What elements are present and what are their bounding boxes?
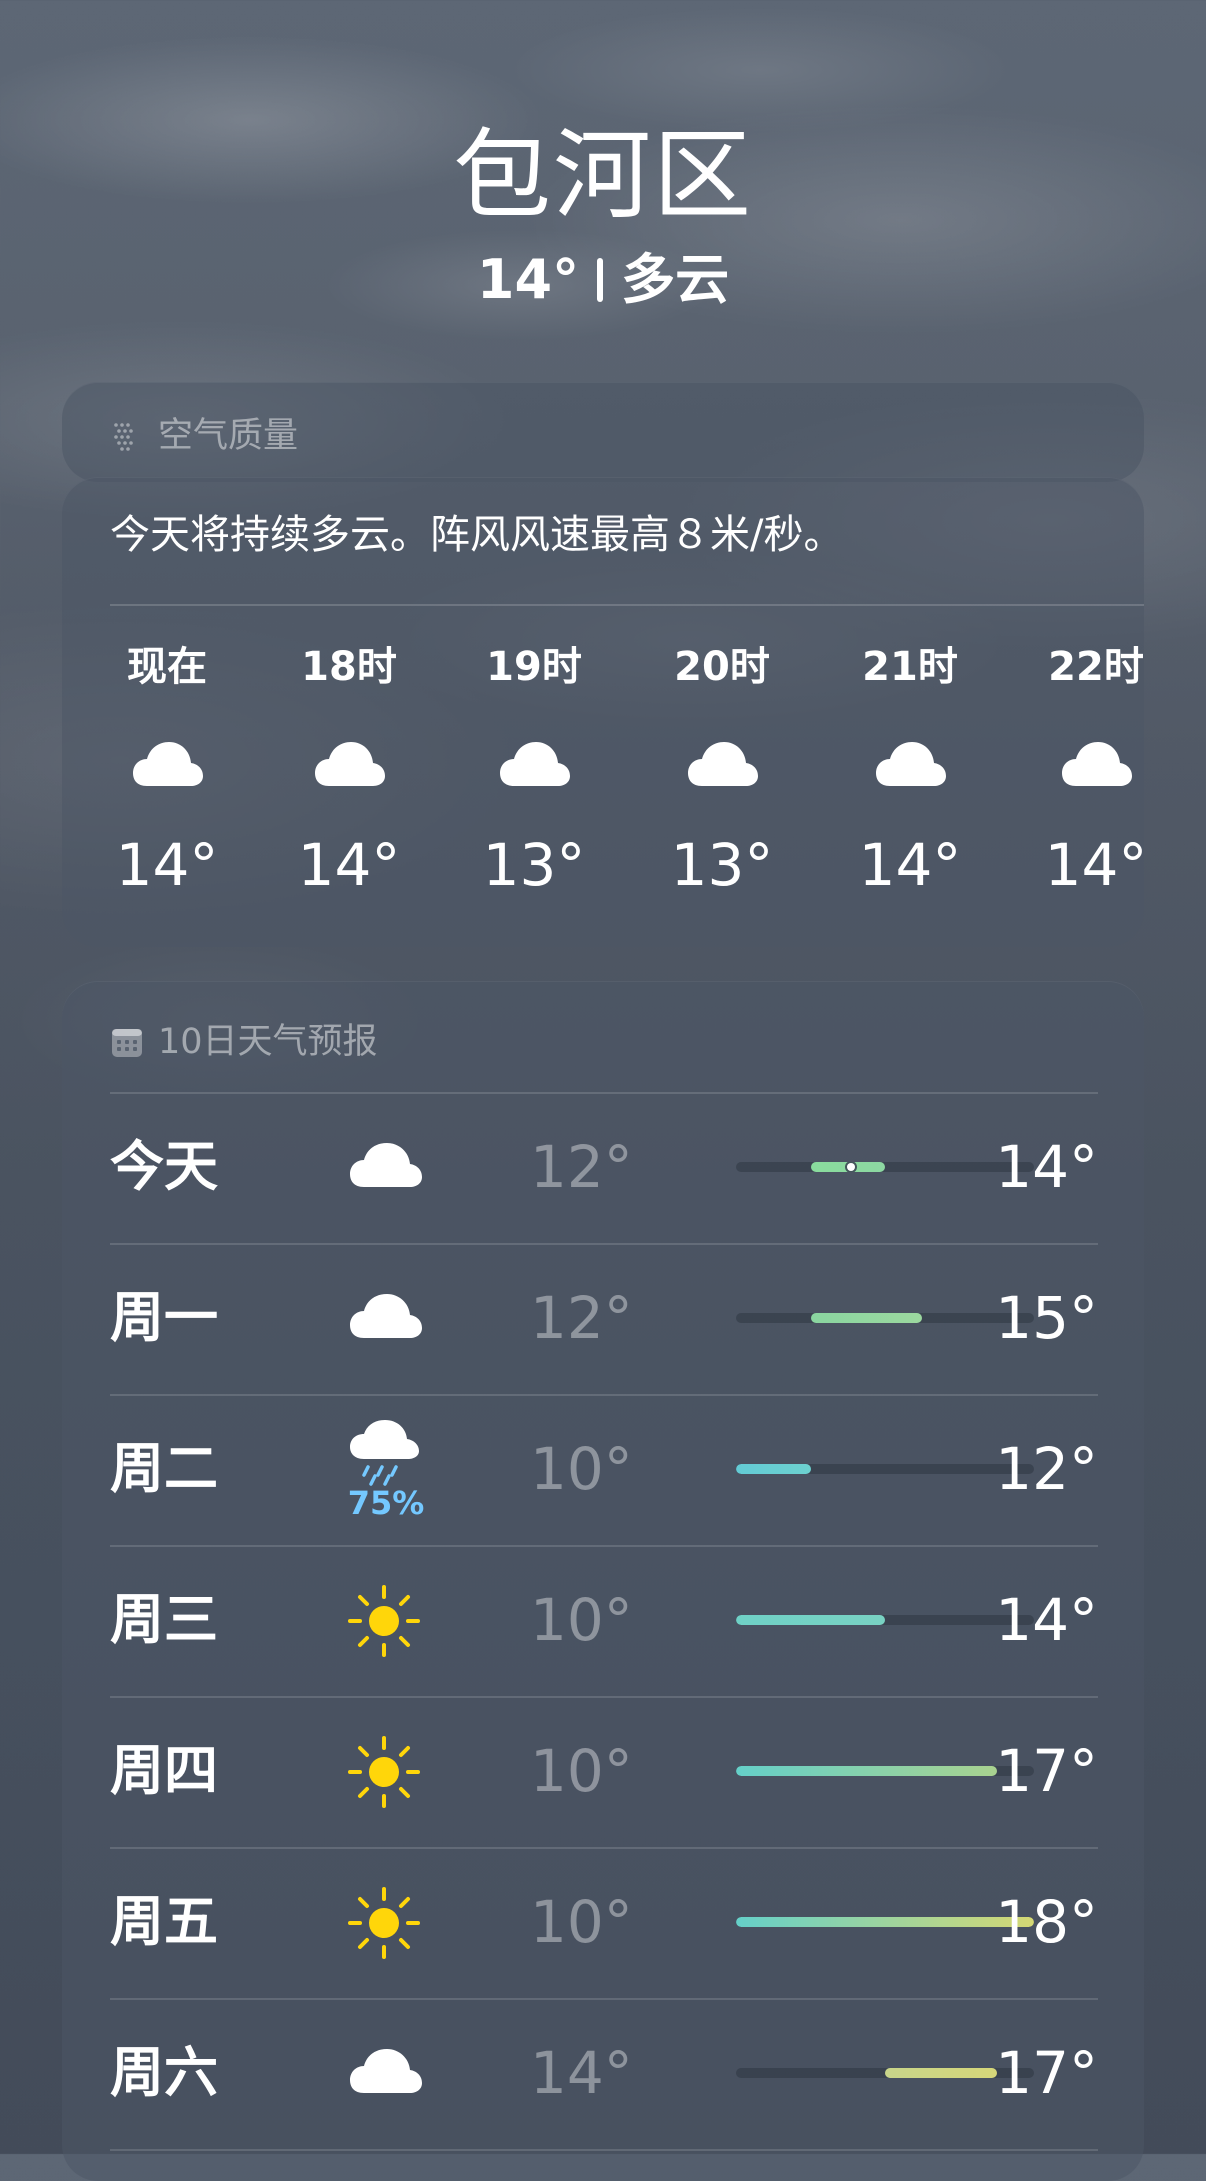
day-name: 周五 — [110, 1890, 218, 1953]
temperature-range-bar — [736, 1615, 885, 1625]
temperature-range-bar — [810, 1313, 923, 1323]
day-name: 周三 — [110, 1588, 218, 1651]
daily-row[interactable]: 今天 12° 14° — [110, 1093, 1098, 1243]
city-name: 包河区 — [452, 119, 753, 233]
hourly-item[interactable]: 19时 13° — [459, 642, 609, 898]
hour-temperature: 14° — [115, 831, 219, 899]
hourly-item[interactable]: 现在 14° — [92, 642, 242, 898]
hour-label: 现在 — [127, 644, 207, 690]
cloud-icon — [346, 2043, 426, 2103]
hourly-item[interactable]: 22时 14° — [1021, 642, 1144, 898]
location-header: 包河区 14° 多云 — [0, 118, 1206, 314]
sun-icon — [346, 1885, 422, 1961]
daily-divider — [110, 2149, 1098, 2151]
high-temperature: 17° — [995, 2039, 1098, 2107]
day-name: 周二 — [110, 1437, 218, 1500]
ten-day-header: 10日天气预报 — [110, 1021, 378, 1063]
hourly-forecast-list[interactable]: 现在 14° 18时 14° 19时 13° 20时 13° 21时 14° 2… — [92, 642, 1144, 902]
low-temperature: 14° — [530, 2039, 633, 2107]
air-quality-icon — [114, 423, 133, 451]
day-name: 周四 — [110, 1739, 218, 1802]
cloud-icon — [684, 736, 760, 796]
high-temperature: 15° — [995, 1284, 1098, 1352]
high-temperature: 17° — [995, 1737, 1098, 1805]
low-temperature: 12° — [530, 1284, 633, 1352]
cloud-icon — [311, 736, 387, 796]
hourly-item[interactable]: 18时 14° — [274, 642, 424, 898]
day-name: 周一 — [110, 1286, 218, 1349]
hourly-divider — [110, 604, 1144, 606]
day-name: 周六 — [110, 2041, 218, 2104]
air-quality-row[interactable]: 空气质量 — [110, 416, 298, 456]
weather-summary: 今天将持续多云。阵风风速最高８米/秒。 — [110, 512, 844, 558]
daily-row[interactable]: 周一 12° 15° — [110, 1244, 1098, 1394]
current-temperature: 14° — [476, 248, 580, 311]
hour-temperature: 13° — [670, 831, 774, 899]
low-temperature: 12° — [530, 1133, 633, 1201]
hour-temperature: 14° — [1044, 831, 1144, 899]
conditions-separator — [597, 258, 604, 302]
cloud-icon — [1058, 736, 1134, 796]
hour-label: 22时 — [1048, 644, 1144, 690]
ten-day-forecast-card[interactable]: 10日天气预报 今天 12° 14° 周一 12° 15° 周二 75% 10°… — [62, 981, 1144, 2181]
temperature-range-bar — [736, 1766, 997, 1776]
hour-temperature: 13° — [482, 831, 586, 899]
hourly-item[interactable]: 20时 13° — [647, 642, 797, 898]
hour-label: 19时 — [486, 644, 582, 690]
daily-row[interactable]: 周三 10° 14° — [110, 1546, 1098, 1696]
hour-label: 20时 — [674, 644, 770, 690]
low-temperature: 10° — [530, 1737, 633, 1805]
daily-row[interactable]: 周二 75% 10° 12° — [110, 1395, 1098, 1545]
current-conditions: 14° 多云 — [477, 246, 729, 314]
cloud-icon — [346, 1137, 426, 1197]
low-temperature: 10° — [530, 1888, 633, 1956]
calendar-icon — [112, 1029, 142, 1057]
high-temperature: 14° — [995, 1586, 1098, 1654]
hourly-item[interactable]: 21时 14° — [835, 642, 985, 898]
cloud-icon — [496, 736, 572, 796]
air-quality-card[interactable]: 空气质量 — [62, 382, 1144, 482]
air-quality-label: 空气质量 — [158, 416, 299, 456]
high-temperature: 12° — [995, 1435, 1098, 1503]
daily-row[interactable]: 周五 10° 18° — [110, 1848, 1098, 1998]
daily-row[interactable]: 周四 10° 17° — [110, 1697, 1098, 1847]
day-name: 今天 — [110, 1135, 218, 1198]
current-condition: 多云 — [621, 248, 730, 311]
low-temperature: 10° — [530, 1435, 633, 1503]
cloud-icon — [129, 736, 205, 796]
sun-icon — [346, 1583, 422, 1659]
hour-temperature: 14° — [858, 831, 962, 899]
low-temperature: 10° — [530, 1586, 633, 1654]
hour-label: 21时 — [862, 644, 958, 690]
high-temperature: 14° — [995, 1133, 1098, 1201]
cloud-icon — [346, 1288, 426, 1348]
hour-temperature: 14° — [297, 831, 401, 899]
sun-icon — [346, 1734, 422, 1810]
hour-label: 18时 — [301, 644, 397, 690]
hourly-forecast-card[interactable]: 今天将持续多云。阵风风速最高８米/秒。 现在 14° 18时 14° 19时 1… — [62, 477, 1144, 947]
high-temperature: 18° — [995, 1888, 1098, 1956]
ten-day-title: 10日天气预报 — [158, 1022, 378, 1062]
daily-row[interactable]: 周六 14° 17° — [110, 1999, 1098, 2149]
temperature-range-bar — [736, 1464, 811, 1474]
cloud-icon — [872, 736, 948, 796]
precipitation-chance: 75% — [347, 1484, 425, 1522]
